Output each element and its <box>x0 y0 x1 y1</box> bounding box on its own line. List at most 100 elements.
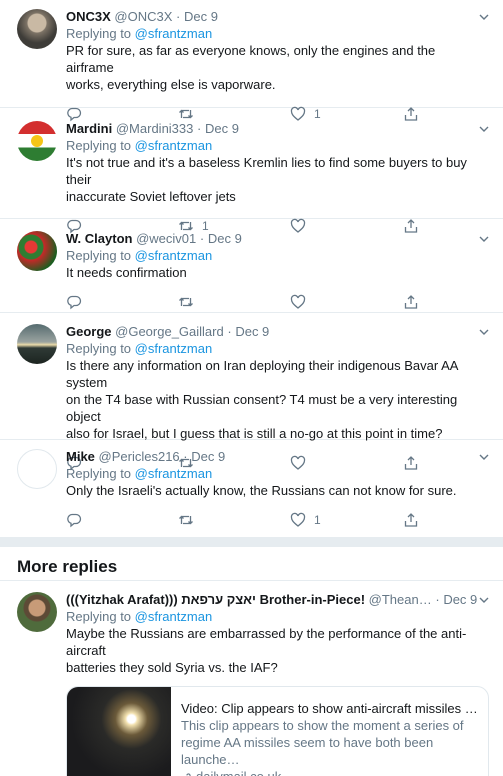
share-icon <box>404 295 418 309</box>
chevron-down-icon[interactable] <box>477 232 491 246</box>
chevron-down-icon[interactable] <box>477 593 491 607</box>
separator-dot: · <box>435 592 440 607</box>
tweet-date[interactable]: Dec 9 <box>208 231 242 246</box>
tweet-header: George @George_Gaillard · Dec 9 <box>66 323 503 340</box>
replying-to-label: Replying to <box>66 26 132 41</box>
replying-to-label: Replying to <box>66 248 132 263</box>
card-thumbnail <box>67 687 171 776</box>
reply-icon <box>67 513 82 528</box>
reply-button[interactable] <box>66 510 82 530</box>
replying-to: Replying to @sfrantzman <box>66 137 503 154</box>
tweet-text: Only the Israeli's actually know, the Ru… <box>66 482 503 499</box>
tweet[interactable]: Mardini @Mardini333 · Dec 9 Replying to … <box>0 108 503 234</box>
tweet-text-line: Maybe the Russians are embarrassed by th… <box>66 626 467 658</box>
replying-to-label: Replying to <box>66 138 132 153</box>
tweet-header: W. Clayton @weciv01 · Dec 9 <box>66 230 503 247</box>
tweet-date[interactable]: Dec 9 <box>205 121 239 136</box>
separator-dot: · <box>199 231 205 246</box>
sun-emblem <box>31 135 43 147</box>
reply-button[interactable] <box>66 292 82 312</box>
link-icon <box>184 772 191 776</box>
tweet-date[interactable]: Dec 9 <box>443 592 477 607</box>
card-domain: dailymail.co.uk <box>181 768 478 776</box>
avatar[interactable] <box>17 9 57 49</box>
like-count: 1 <box>314 513 321 527</box>
tweet-date[interactable]: Dec 9 <box>184 9 218 24</box>
tweet[interactable]: (((Yitzhak Arafat))) יאצק ערפאת Brother-… <box>0 581 503 776</box>
display-name[interactable]: Mardini <box>66 121 112 136</box>
like-button[interactable] <box>290 292 314 312</box>
tweet-text-line: works, everything else is vaporware. <box>66 77 276 92</box>
chevron-down-icon[interactable] <box>477 450 491 464</box>
avatar[interactable] <box>17 324 57 364</box>
avatar[interactable] <box>17 449 57 489</box>
share-button[interactable] <box>403 510 419 530</box>
replying-to: Replying to @sfrantzman <box>66 25 503 42</box>
user-handle[interactable]: @ONC3X <box>114 9 172 24</box>
more-replies-heading: More replies <box>0 547 503 581</box>
heart-icon <box>290 512 306 527</box>
separator-dot: · <box>227 324 232 339</box>
display-name[interactable]: (((Yitzhak Arafat))) יאצק ערפאת Brother-… <box>66 592 365 607</box>
tweet-text-line: batteries they sold Syria vs. the IAF? <box>66 660 278 675</box>
tweet-text: Is there any information on Iran deployi… <box>66 357 503 442</box>
replying-to-label: Replying to <box>66 341 132 356</box>
display-name[interactable]: George <box>66 324 112 339</box>
avatar[interactable] <box>17 231 57 271</box>
tweet-text-line: Only the Israeli's actually know, the Ru… <box>66 483 457 498</box>
user-handle[interactable]: @Pericles216 <box>99 449 180 464</box>
tweet-text: Maybe the Russians are embarrassed by th… <box>66 625 503 676</box>
link-card[interactable]: Video: Clip appears to show anti-aircraf… <box>66 686 489 776</box>
share-button[interactable] <box>403 292 419 312</box>
avatar[interactable] <box>17 121 57 161</box>
replying-to: Replying to @sfrantzman <box>66 340 503 357</box>
reply-icon <box>67 295 82 310</box>
replying-to-link[interactable]: @sfrantzman <box>135 138 213 153</box>
replying-to: Replying to @sfrantzman <box>66 465 503 482</box>
user-handle[interactable]: @weciv01 <box>136 231 196 246</box>
card-title: Video: Clip appears to show anti-aircraf… <box>181 701 478 716</box>
tweet-text-line: It needs confirmation <box>66 265 187 280</box>
replying-to-link[interactable]: @sfrantzman <box>135 26 213 41</box>
chevron-down-icon[interactable] <box>477 10 491 24</box>
tweet[interactable]: ONC3X @ONC3X · Dec 9 Replying to @sfrant… <box>0 0 503 122</box>
tweet-header: ONC3X @ONC3X · Dec 9 <box>66 8 503 25</box>
user-handle[interactable]: @George_Gaillard <box>115 324 224 339</box>
retweet-button[interactable] <box>178 292 202 312</box>
tweet-text: PR for sure, as far as everyone knows, o… <box>66 42 503 93</box>
tweet[interactable]: George @George_Gaillard · Dec 9 Replying… <box>0 313 503 471</box>
section-separator <box>0 537 503 547</box>
retweet-icon <box>179 297 193 307</box>
display-name[interactable]: W. Clayton <box>66 231 132 246</box>
tweet-text-line: It's not true and it's a baseless Kremli… <box>66 155 467 187</box>
tweet[interactable]: Mike @Pericles216 · Dec 9 Replying to @s… <box>0 440 503 537</box>
tweet-date[interactable]: Dec 9 <box>191 449 225 464</box>
user-handle[interactable]: @Mardini333 <box>116 121 194 136</box>
like-button[interactable]: 1 <box>290 510 321 530</box>
display-name[interactable]: Mike <box>66 449 95 464</box>
user-handle[interactable]: @Thean… <box>369 592 432 607</box>
tweet-date[interactable]: Dec 9 <box>235 324 269 339</box>
replying-to-link[interactable]: @sfrantzman <box>135 341 213 356</box>
display-name[interactable]: ONC3X <box>66 9 111 24</box>
tweet-actions <box>66 292 503 314</box>
tweet-text-line: on the T4 base with Russian consent? T4 … <box>66 392 458 424</box>
chevron-down-icon[interactable] <box>477 325 491 339</box>
replying-to-label: Replying to <box>66 609 132 624</box>
replying-to-link[interactable]: @sfrantzman <box>135 248 213 263</box>
replying-to-link[interactable]: @sfrantzman <box>135 609 213 624</box>
replying-to-label: Replying to <box>66 466 132 481</box>
card-description-line: regime AA missiles seem to have both bee… <box>181 735 434 767</box>
replying-to: Replying to @sfrantzman <box>66 247 503 264</box>
retweet-button[interactable] <box>178 510 202 530</box>
tweet-actions: 1 <box>66 510 503 532</box>
replying-to-link[interactable]: @sfrantzman <box>135 466 213 481</box>
tweet[interactable]: W. Clayton @weciv01 · Dec 9 Replying to … <box>0 219 503 313</box>
tweet-text-line: inaccurate Soviet leftover jets <box>66 189 236 204</box>
chevron-down-icon[interactable] <box>477 122 491 136</box>
heart-icon <box>290 294 306 309</box>
retweet-icon <box>179 515 193 525</box>
avatar[interactable] <box>17 592 57 632</box>
card-description: This clip appears to show the moment a s… <box>181 717 478 768</box>
tweet-text: It's not true and it's a baseless Kremli… <box>66 154 503 205</box>
